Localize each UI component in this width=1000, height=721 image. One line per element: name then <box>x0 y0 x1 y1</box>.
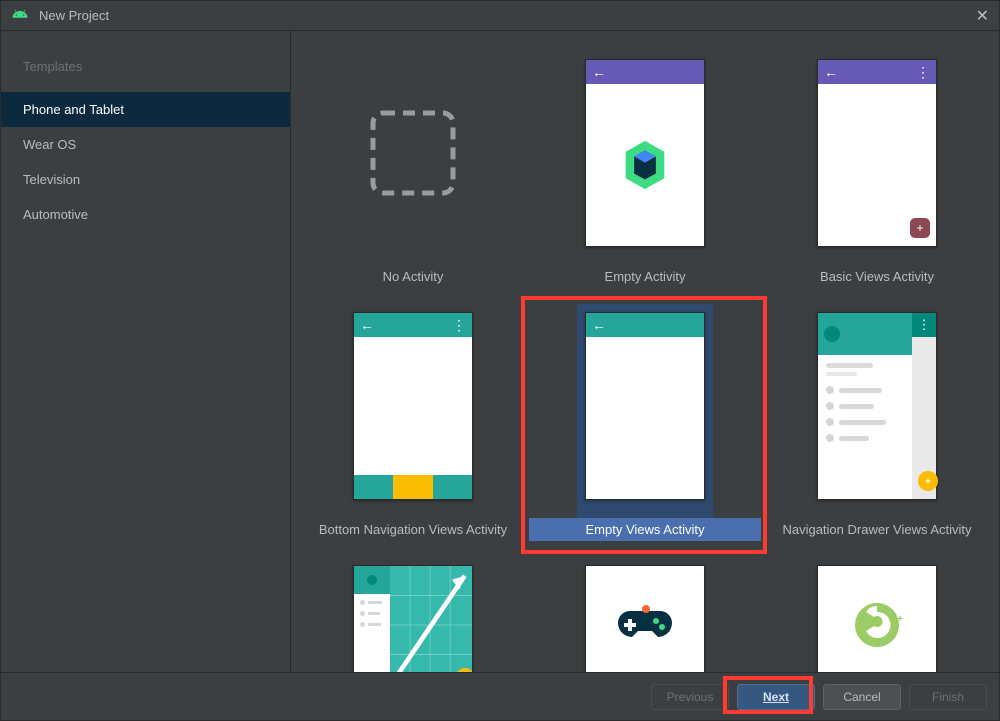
avatar-icon <box>824 326 840 342</box>
button-label: Next <box>763 690 789 704</box>
gamepad-icon <box>616 605 674 645</box>
template-label: Empty Views Activity <box>529 518 761 541</box>
footer: Previous Next Cancel Finish <box>1 672 999 720</box>
compose-logo-icon <box>616 136 674 194</box>
button-label: Previous <box>667 690 714 704</box>
template-no-activity[interactable]: No Activity <box>297 51 529 288</box>
sidebar-item-label: Television <box>23 172 80 187</box>
cancel-button[interactable]: Cancel <box>823 684 901 710</box>
dialog-body: Templates Phone and Tablet Wear OS Telev… <box>1 31 999 672</box>
template-navigation-drawer-views-activity[interactable]: ⋮ <box>761 304 993 541</box>
overflow-menu-icon: ⋮ <box>918 317 931 333</box>
sidebar-item-phone-tablet[interactable]: Phone and Tablet <box>1 92 290 127</box>
overflow-menu-icon: ⋮ <box>452 317 466 334</box>
titlebar: New Project ✕ <box>1 1 999 31</box>
sidebar-header: Templates <box>1 51 290 92</box>
svg-text:+: + <box>897 614 903 625</box>
previous-button: Previous <box>651 684 729 710</box>
sidebar: Templates Phone and Tablet Wear OS Telev… <box>1 31 291 672</box>
svg-text:+: + <box>890 614 896 625</box>
overflow-menu-icon: ⋮ <box>916 64 930 81</box>
no-activity-icon <box>369 109 457 197</box>
back-arrow-icon: ← <box>592 64 606 80</box>
new-project-window: New Project ✕ Templates Phone and Tablet… <box>0 0 1000 721</box>
fab-icon: + <box>918 471 938 491</box>
close-icon[interactable]: ✕ <box>976 6 989 26</box>
sidebar-item-label: Wear OS <box>23 137 76 152</box>
template-label: Bottom Navigation Views Activity <box>297 518 529 541</box>
window-title: New Project <box>39 8 109 23</box>
template-basic-views-activity[interactable]: ← ⋮ + Basic Views Activity <box>761 51 993 288</box>
template-empty-activity[interactable]: ← Empty Activity <box>529 51 761 288</box>
sidebar-item-label: Phone and Tablet <box>23 102 124 117</box>
button-label: Finish <box>932 690 964 704</box>
template-game-activity[interactable] <box>529 557 761 672</box>
finish-button: Finish <box>909 684 987 710</box>
template-responsive-views-activity[interactable] <box>297 557 529 672</box>
back-arrow-icon: ← <box>824 64 838 80</box>
back-arrow-icon: ← <box>360 317 374 333</box>
cpp-icon: + + <box>850 598 904 652</box>
grid-arrow-icon <box>390 566 472 672</box>
sidebar-item-wear-os[interactable]: Wear OS <box>1 127 290 162</box>
sidebar-item-television[interactable]: Television <box>1 162 290 197</box>
android-logo-icon <box>11 5 29 26</box>
template-gallery: No Activity ← <box>291 31 999 672</box>
template-native-cpp[interactable]: + + <box>761 557 993 672</box>
fab-icon: + <box>910 218 930 238</box>
sidebar-item-automotive[interactable]: Automotive <box>1 197 290 232</box>
template-label: No Activity <box>297 265 529 288</box>
template-bottom-nav-views-activity[interactable]: ← ⋮ Bottom Navigation Views Activity <box>297 304 529 541</box>
template-label: Navigation Drawer Views Activity <box>761 518 993 541</box>
next-button[interactable]: Next <box>737 684 815 710</box>
button-label: Cancel <box>843 690 880 704</box>
template-label: Empty Activity <box>529 265 761 288</box>
template-label: Basic Views Activity <box>761 265 993 288</box>
back-arrow-icon: ← <box>592 317 606 333</box>
template-empty-views-activity[interactable]: ← Empty Views Activity <box>529 304 761 541</box>
sidebar-item-label: Automotive <box>23 207 88 222</box>
